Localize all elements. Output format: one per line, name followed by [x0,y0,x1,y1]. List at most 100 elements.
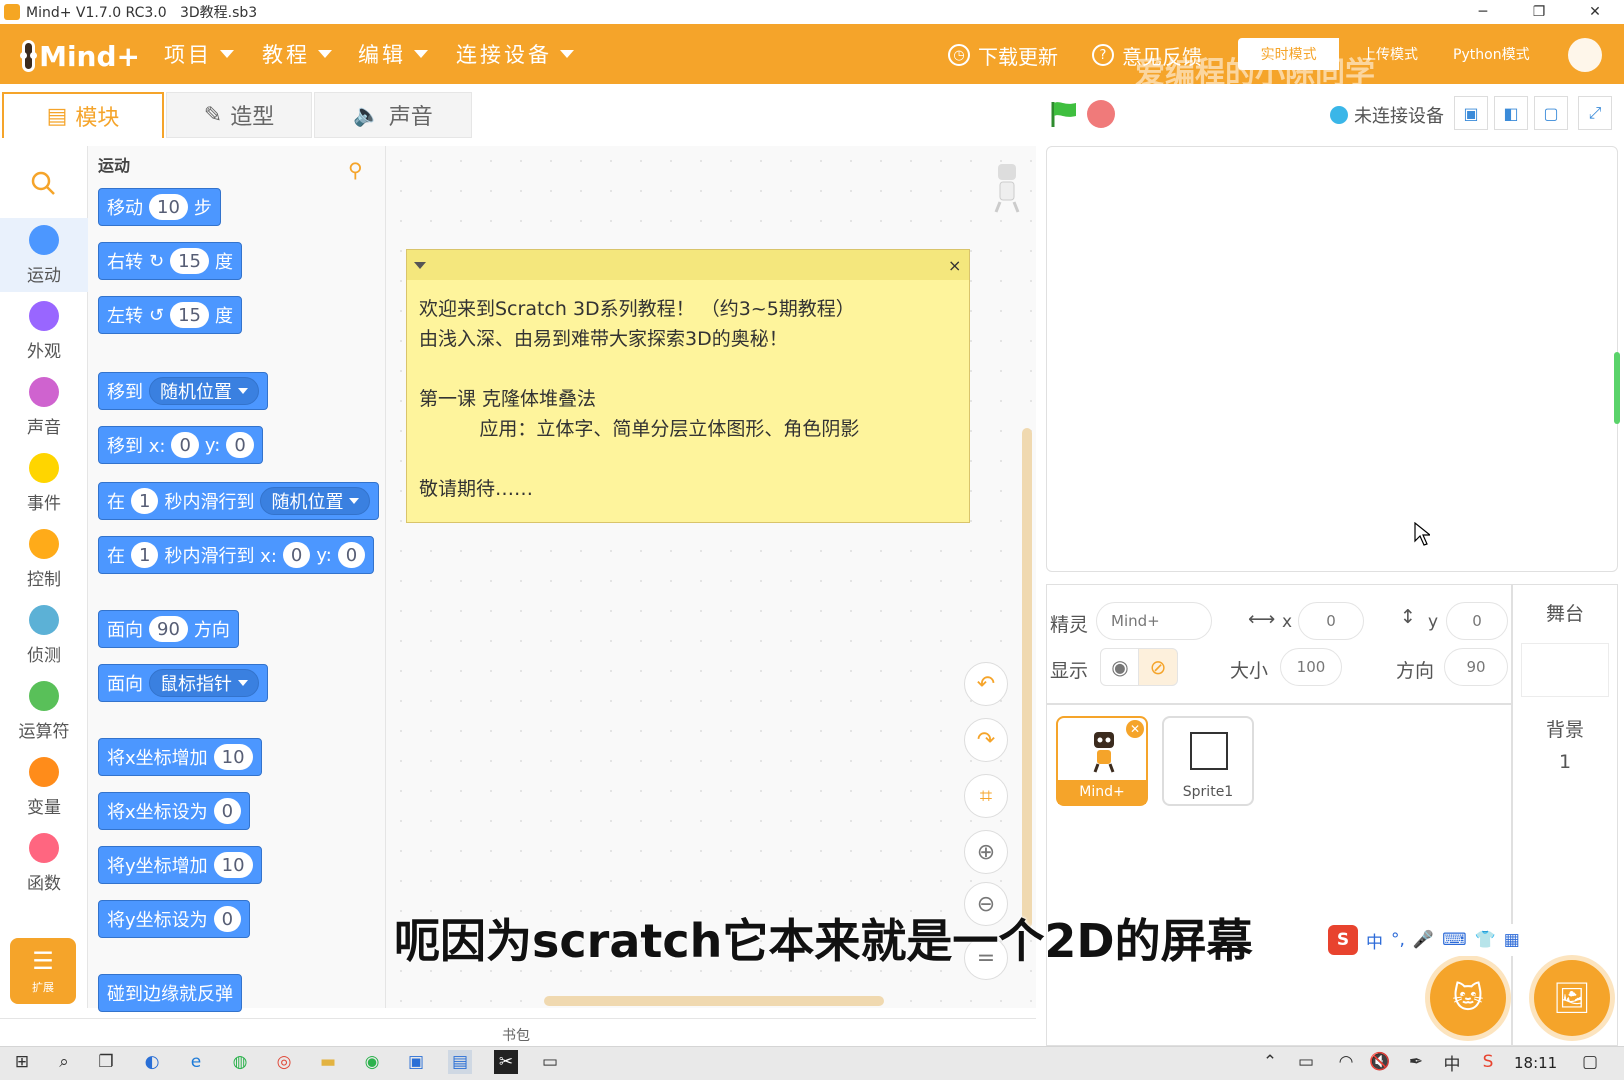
sogou-tray-icon[interactable]: S [1476,1050,1500,1074]
sprite-name-field[interactable]: Mind+ [1096,602,1212,640]
block-input[interactable]: 0 [282,542,311,568]
chrome-icon[interactable]: ◎ [272,1050,296,1074]
direction-field[interactable]: 90 [1444,648,1508,686]
extension-button[interactable]: ☰ 扩展 [10,938,76,1004]
punctuation-icon[interactable]: °, [1391,930,1405,950]
category-sensing[interactable]: 侦测 [0,598,88,672]
app-s-icon[interactable]: ◐ [140,1050,164,1074]
green-app-icon[interactable]: ◉ [360,1050,384,1074]
category-looks[interactable]: 外观 [0,294,88,368]
zoom-in-icon[interactable]: ⊕ [964,830,1008,874]
block-point-direction[interactable]: 面向 90 方向 [98,610,239,648]
minimize-button[interactable]: ─ [1460,0,1506,24]
block-goto[interactable]: 移到 随机位置 [98,372,268,410]
block-glide-to[interactable]: 在 1 秒内滑行到 随机位置 [98,482,380,520]
vertical-scrollbar[interactable] [1022,428,1032,928]
menu-project[interactable]: 项目 [164,38,234,70]
block-input[interactable]: 1 [131,488,159,514]
notification-icon[interactable]: ▢ [1578,1050,1602,1074]
pen-icon[interactable]: ✒ [1404,1050,1428,1074]
menu-edit[interactable]: 编辑 [358,38,428,70]
fullscreen-button[interactable]: ⤢ [1578,96,1612,130]
menu-connect-device[interactable]: 连接设备 [456,38,574,70]
block-dropdown[interactable]: 鼠标指针 [149,669,259,697]
block-input[interactable]: 1 [131,542,159,568]
undo-icon[interactable]: ↶ [964,662,1008,706]
tray-expand-icon[interactable]: ⌃ [1258,1050,1282,1074]
block-point-towards[interactable]: 面向 鼠标指针 [98,664,268,702]
block-input[interactable]: 0 [226,432,254,458]
grid-menu-icon[interactable]: ▦ [1504,930,1520,950]
microphone-icon[interactable]: 🎤 [1413,930,1434,950]
sogou-logo-icon[interactable]: S [1328,925,1358,955]
search-icon[interactable]: ⌕ [52,1050,76,1074]
wechat-icon[interactable]: ◍ [228,1050,252,1074]
blue-app-icon[interactable]: ▣ [404,1050,428,1074]
wifi-icon[interactable]: ◠ [1334,1050,1358,1074]
category-variables[interactable]: 变量 [0,750,88,824]
backpack-bar[interactable]: 书包 [0,1018,1036,1046]
tab-costumes[interactable]: ✎ 造型 [166,92,312,138]
sprite-tile-mind[interactable]: ✕ Mind+ [1056,716,1148,806]
block-input[interactable]: 15 [170,248,209,274]
category-events[interactable]: 事件 [0,446,88,520]
skin-icon[interactable]: 👕 [1475,930,1496,950]
layout-small-stage-button[interactable]: ▣ [1454,96,1488,130]
redo-icon[interactable]: ↷ [964,718,1008,762]
add-backdrop-button[interactable]: 🖼 [1534,960,1610,1036]
battery-icon[interactable]: ▭ [1294,1050,1318,1074]
add-sprite-button[interactable]: 🐱 [1430,960,1506,1036]
crop-icon[interactable]: ⌗ [964,774,1008,818]
block-dropdown[interactable]: 随机位置 [260,487,371,515]
tab-blocks[interactable]: ▤ 模块 [2,92,164,138]
horizontal-scrollbar[interactable] [544,996,884,1006]
app-window-icon[interactable]: ▭ [538,1050,562,1074]
block-set-x[interactable]: 将x坐标设为 0 [98,792,251,830]
hide-eye-icon[interactable]: ⊘ [1138,648,1178,686]
x-field[interactable]: 0 [1298,602,1364,640]
restore-button[interactable]: ❐ [1516,0,1562,24]
block-glide-xy[interactable]: 在 1 秒内滑行到 x: 0 y: 0 [98,536,375,574]
block-input[interactable]: 0 [213,798,242,824]
block-bounce-edge[interactable]: 碰到边缘就反弹 [98,974,242,1012]
block-goto-xy[interactable]: 移到 x: 0 y: 0 [98,426,263,464]
size-field[interactable]: 100 [1280,648,1342,686]
layout-normal-stage-button[interactable]: ◧ [1494,96,1528,130]
ime-lang-toggle[interactable]: 中 [1366,928,1383,953]
search-icon[interactable] [30,170,56,196]
taskbar-clock[interactable]: 18:11 [1514,1054,1557,1072]
show-eye-icon[interactable]: ◉ [1100,648,1140,686]
close-window-button[interactable]: ✕ [1572,0,1618,24]
input-language[interactable]: 中 [1440,1050,1464,1075]
tab-sounds[interactable]: 🔈 声音 [314,92,472,138]
category-motion[interactable]: 运动 [0,218,88,292]
settings-gear-icon[interactable] [1568,38,1602,72]
y-field[interactable]: 0 [1446,602,1508,640]
block-turn-right[interactable]: 右转 ↻ 15 度 [98,242,242,280]
block-input[interactable]: 90 [149,616,188,642]
stop-button[interactable] [1087,100,1115,128]
volume-muted-icon[interactable]: 🔇 [1368,1050,1392,1074]
block-change-x[interactable]: 将x坐标增加 10 [98,738,262,776]
note-close-icon[interactable]: × [948,256,961,275]
mode-python[interactable]: Python模式 [1441,38,1542,70]
menu-tutorial[interactable]: 教程 [262,38,332,70]
note-header[interactable] [407,250,969,280]
block-input[interactable]: 10 [149,194,188,220]
capcut-icon[interactable]: ✂ [494,1050,518,1074]
green-flag-icon[interactable] [1049,100,1079,128]
mind-plus-taskbar-icon[interactable]: ▤ [448,1050,472,1074]
layout-large-stage-button[interactable]: ▢ [1534,96,1568,130]
collapse-caret-icon[interactable] [414,262,426,269]
block-input[interactable]: 10 [213,744,253,770]
block-dropdown[interactable]: 随机位置 [149,377,259,405]
windows-start-icon[interactable]: ⊞ [10,1050,34,1074]
block-input[interactable]: 10 [213,852,253,878]
stage-canvas[interactable] [1046,146,1618,572]
block-move-steps[interactable]: 移动 10 步 [98,188,221,226]
category-sound[interactable]: 声音 [0,370,88,444]
category-operators[interactable]: 运算符 [0,674,88,748]
delete-sprite-icon[interactable]: ✕ [1126,720,1144,738]
edge-browser-icon[interactable]: e [184,1050,208,1074]
sprite-tile-sprite1[interactable]: Sprite1 [1162,716,1254,806]
